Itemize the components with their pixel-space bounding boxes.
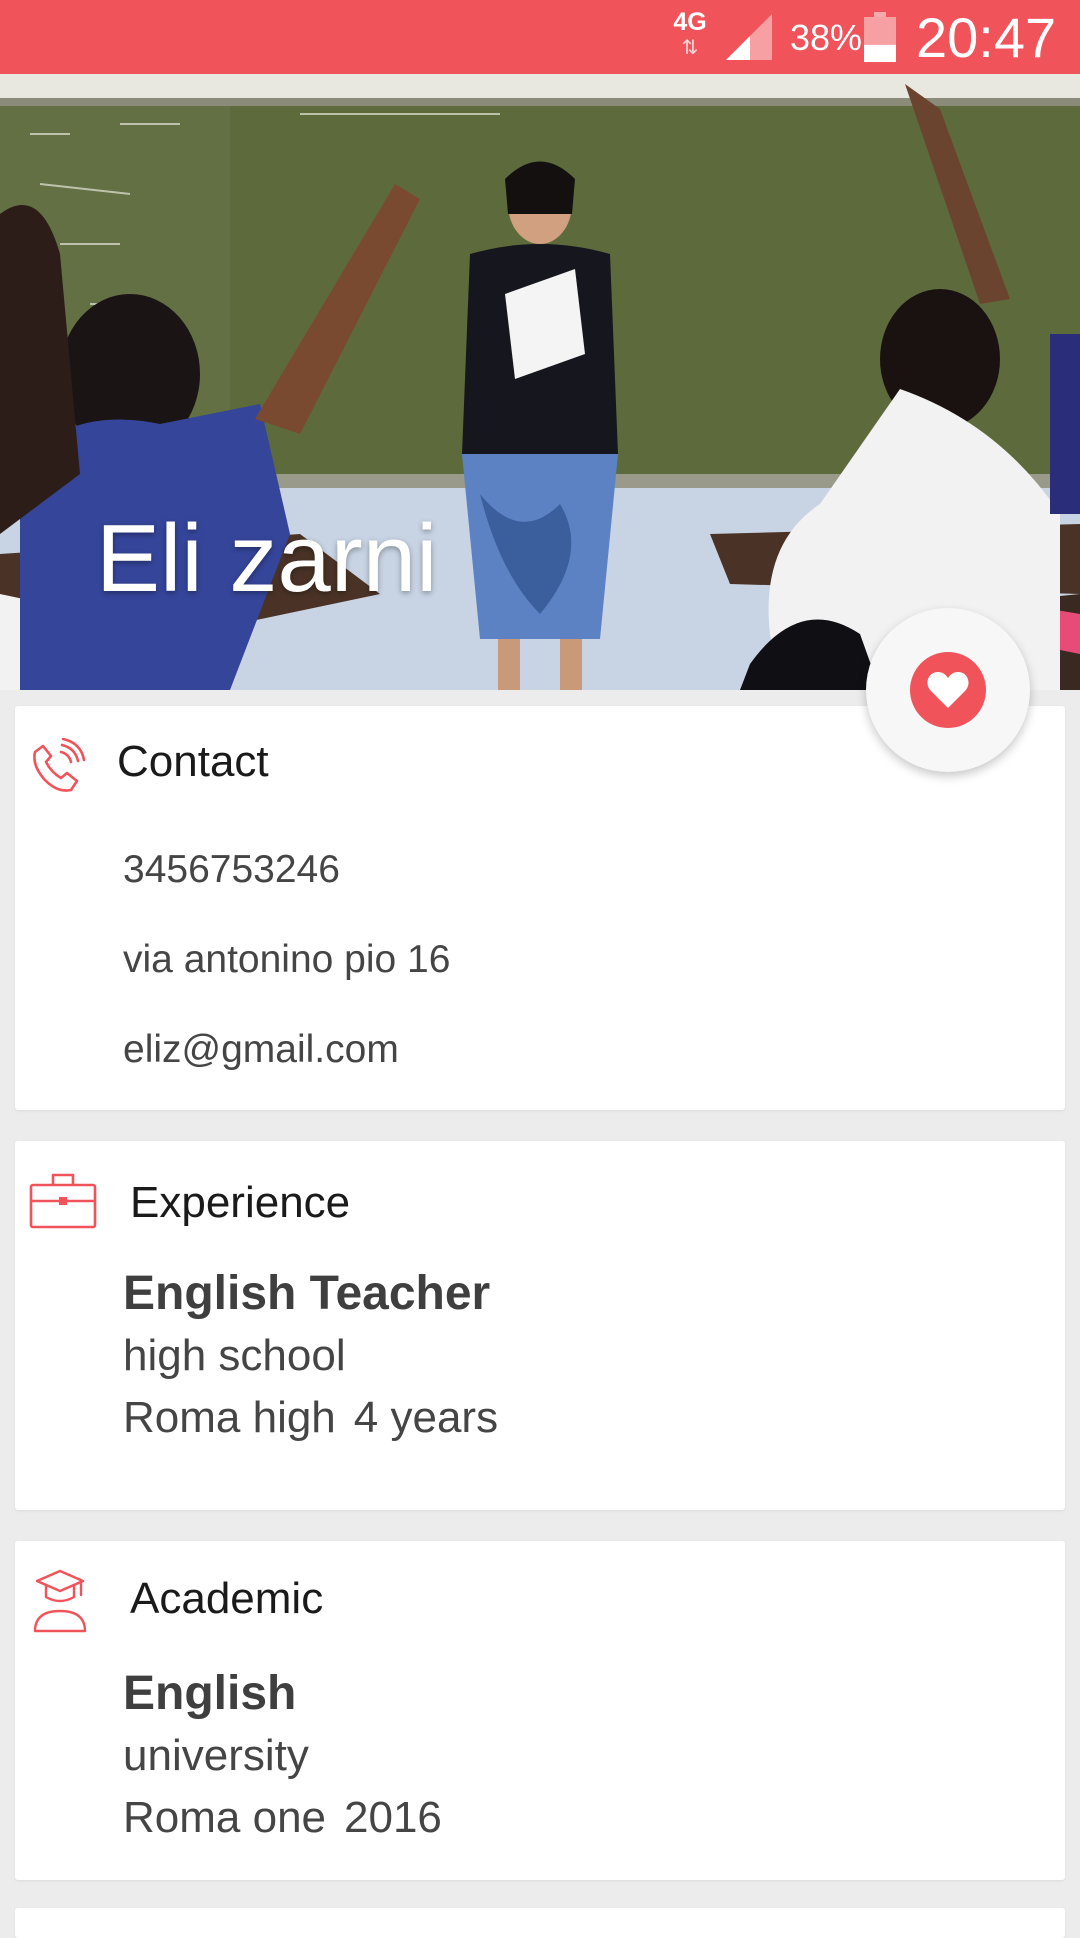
contact-address[interactable]: via antonino pio 16 <box>123 936 450 984</box>
favorite-button[interactable] <box>866 608 1030 772</box>
network-activity-icon: ⇅ <box>681 37 699 59</box>
experience-card: Experience English Teacher high school R… <box>15 1141 1065 1510</box>
academic-title: Academic <box>130 1574 324 1623</box>
academic-year: 2016 <box>344 1793 442 1842</box>
academic-subject: English <box>123 1667 297 1720</box>
contact-email[interactable]: eliz@gmail.com <box>123 1026 399 1074</box>
experience-title: Experience <box>130 1178 351 1227</box>
heart-icon <box>927 672 969 708</box>
briefcase-icon <box>29 1173 97 1229</box>
academic-level: university <box>123 1731 309 1780</box>
status-bar: 4G ⇅ 38% 20:47 <box>0 0 1080 74</box>
experience-institution: Roma high <box>123 1393 336 1442</box>
experience-duration: 4 years <box>353 1393 499 1442</box>
graduate-icon <box>33 1569 87 1633</box>
signal-icon <box>726 14 772 60</box>
experience-role: English Teacher <box>123 1267 491 1320</box>
network-indicator: 4G ⇅ <box>668 8 712 64</box>
experience-details: Roma high 4 years <box>123 1391 498 1445</box>
battery-icon <box>864 12 896 62</box>
experience-level: high school <box>123 1331 346 1380</box>
favorite-button-circle <box>910 652 986 728</box>
academic-details: Roma one 2016 <box>123 1791 442 1845</box>
next-card <box>15 1908 1065 1938</box>
academic-card: Academic English university Roma one 2016 <box>15 1541 1065 1880</box>
network-type: 4G <box>673 8 707 36</box>
clock: 20:47 <box>916 6 1057 69</box>
academic-institution: Roma one <box>123 1793 327 1842</box>
contact-title: Contact <box>117 737 269 786</box>
contact-card: Contact 3456753246 via antonino pio 16 e… <box>15 706 1065 1110</box>
contact-phone[interactable]: 3456753246 <box>123 846 340 894</box>
profile-name: Eli zarni <box>96 505 438 612</box>
battery-percent: 38% <box>790 17 863 58</box>
phone-icon <box>33 738 86 792</box>
profile-hero-image: Eli zarni <box>0 74 1080 690</box>
